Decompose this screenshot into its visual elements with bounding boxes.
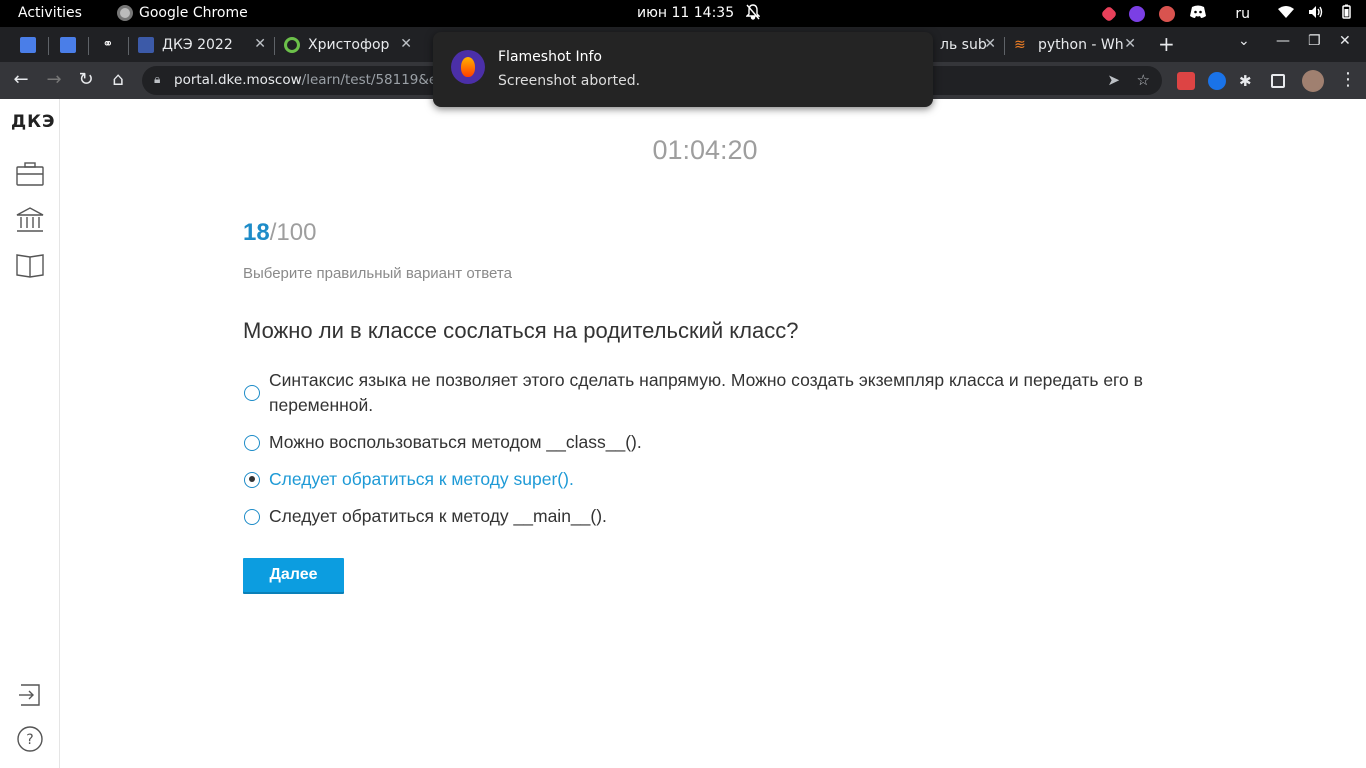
stackoverflow-icon: ≋	[1014, 37, 1026, 53]
volume-icon[interactable]	[1308, 5, 1324, 23]
question-counter: 18/100	[243, 219, 316, 247]
app-menu[interactable]: Google Chrome	[117, 5, 248, 21]
tab-title: Христофор	[308, 37, 390, 53]
answer-option-text: Синтаксис языка не позволяет этого сдела…	[269, 370, 1143, 415]
answer-option[interactable]: Можно воспользоваться методом __class__(…	[243, 430, 1173, 455]
dke-icon	[138, 37, 154, 53]
avatar[interactable]	[1302, 70, 1324, 92]
tab-docs-1[interactable]	[12, 31, 44, 59]
tab-docs-2[interactable]	[52, 31, 84, 59]
home-icon[interactable]: ⌂	[107, 69, 129, 91]
instruction-text: Выберите правильный вариант ответа	[243, 265, 512, 282]
logo[interactable]: ДКЭ	[11, 112, 56, 132]
power-icon[interactable]	[1338, 4, 1354, 24]
left-sidebar: ДКЭ ?	[0, 99, 60, 768]
maximize-button[interactable]: ❐	[1308, 33, 1321, 49]
tab-python[interactable]: ≋ python - Wh ✕	[1006, 31, 1142, 59]
tab-separator	[88, 37, 89, 55]
url-text[interactable]: portal.dke.moscow/learn/test/58119&exe	[174, 72, 453, 88]
docs-icon	[60, 37, 76, 53]
answer-option[interactable]: Следует обратиться к методу __main__().	[243, 504, 1173, 529]
chrome-tray-icon[interactable]	[1159, 6, 1176, 22]
tab-search-chevron-icon[interactable]: ⌄	[1238, 33, 1250, 49]
svg-text:?: ?	[26, 732, 33, 748]
close-icon[interactable]: ✕	[1124, 36, 1136, 52]
extension-icon[interactable]	[1208, 72, 1226, 90]
flameshot-icon	[451, 50, 485, 84]
wifi-icon[interactable]	[1278, 5, 1294, 23]
docs-icon	[20, 37, 36, 53]
tab-dke[interactable]: ДКЭ 2022 ✕	[130, 31, 272, 59]
lock-icon[interactable]: 🔒︎	[154, 72, 160, 87]
app-name: Google Chrome	[139, 5, 248, 21]
star-icon[interactable]: ☆	[1137, 71, 1150, 89]
close-icon[interactable]: ✕	[400, 36, 412, 52]
notification-popup[interactable]: Flameshot Info Screenshot aborted.	[433, 32, 933, 107]
radio-button[interactable]	[244, 385, 260, 401]
bell-icon[interactable]	[745, 4, 761, 24]
tab-title: ДКЭ 2022	[162, 37, 233, 53]
minimize-button[interactable]: —	[1276, 33, 1290, 49]
send-icon[interactable]: ➤	[1107, 71, 1120, 89]
sidepanel-icon[interactable]	[1271, 74, 1285, 88]
tab-separator	[128, 37, 129, 55]
back-icon[interactable]: ←	[10, 69, 32, 91]
link-icon: ⚭	[102, 37, 114, 52]
test-timer: 01:04:20	[652, 135, 758, 165]
notification-body: Screenshot aborted.	[498, 73, 641, 89]
answer-option-text: Следует обратиться к методу __main__().	[269, 506, 607, 526]
activities-button[interactable]: Activities	[18, 5, 82, 21]
chrome-icon	[117, 5, 133, 21]
next-button[interactable]: Далее	[243, 558, 344, 592]
app-tray-icon[interactable]	[1100, 5, 1118, 23]
reload-icon[interactable]: ↻	[75, 69, 97, 91]
close-icon[interactable]: ✕	[984, 36, 996, 52]
answer-option-text: Можно воспользоваться методом __class__(…	[269, 432, 642, 452]
answer-options: Синтаксис языка не позволяет этого сдела…	[243, 368, 1173, 541]
system-tray: ru	[1100, 4, 1354, 24]
menu-kebab-icon[interactable]: ⋮	[1337, 69, 1359, 91]
discord-icon[interactable]	[1189, 5, 1207, 23]
logout-icon[interactable]	[15, 681, 45, 709]
tab-title: python - Wh	[1038, 37, 1124, 53]
answer-option-selected[interactable]: Следует обратиться к методу super().	[243, 467, 1173, 492]
new-tab-button[interactable]: +	[1158, 32, 1175, 56]
extension-icon[interactable]	[1177, 72, 1195, 90]
ring-icon	[284, 37, 300, 53]
radio-button[interactable]	[244, 508, 260, 525]
question-text: Можно ли в классе сослаться на родительс…	[243, 318, 799, 343]
current-question-number: 18	[243, 219, 270, 246]
tab-christofor[interactable]: Христофор ✕	[276, 31, 418, 59]
tab-separator	[48, 37, 49, 55]
notification-title: Flameshot Info	[498, 49, 602, 65]
system-top-bar: Activities Google Chrome июн 11 14:35 ru	[0, 0, 1366, 27]
help-icon[interactable]: ?	[15, 725, 45, 753]
clock[interactable]: июн 11 14:35	[637, 5, 734, 21]
language-indicator[interactable]: ru	[1235, 6, 1250, 22]
radio-button-checked[interactable]	[244, 471, 260, 488]
tab-separator	[274, 37, 275, 55]
puzzle-icon[interactable]: ✱	[1239, 72, 1257, 90]
flameshot-tray-icon[interactable]	[1129, 6, 1146, 22]
tab-separator	[1004, 37, 1005, 55]
radio-button[interactable]	[244, 434, 260, 451]
book-icon[interactable]	[15, 251, 45, 279]
tab-partial[interactable]: ль sub ✕	[932, 31, 1002, 59]
tab-title: ль sub	[940, 37, 987, 53]
close-window-button[interactable]: ✕	[1339, 33, 1351, 49]
institution-icon[interactable]	[15, 206, 45, 234]
forward-icon[interactable]: →	[43, 69, 65, 91]
answer-option[interactable]: Синтаксис языка не позволяет этого сдела…	[243, 368, 1173, 418]
close-icon[interactable]: ✕	[254, 36, 266, 52]
total-questions: /100	[269, 219, 317, 246]
tab-link[interactable]: ⚭	[92, 31, 124, 59]
answer-option-text: Следует обратиться к методу super().	[269, 469, 574, 489]
